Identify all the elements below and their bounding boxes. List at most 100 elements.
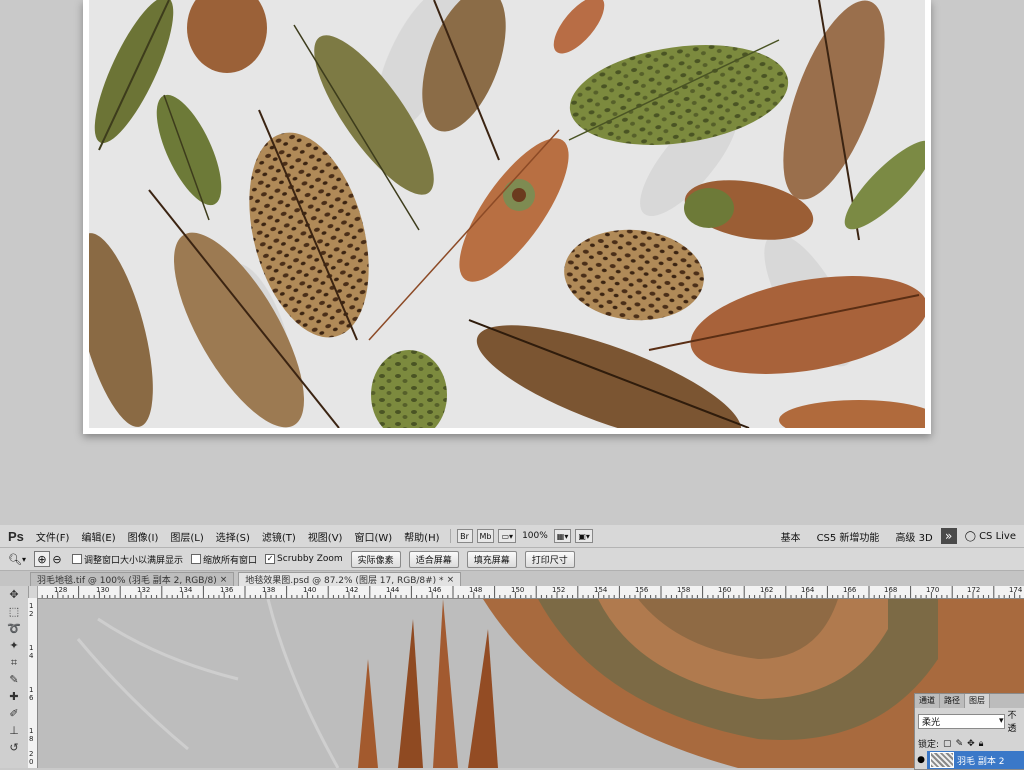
cs-live-button[interactable]: ◯ CS Live: [957, 531, 1024, 542]
menu-image[interactable]: 图像(I): [122, 529, 165, 544]
scrubby-zoom-label: Scrubby Zoom: [277, 554, 343, 564]
ruler-label: 1: [29, 727, 34, 735]
lock-transparency-icon[interactable]: ▢: [943, 739, 952, 749]
menu-window[interactable]: 窗口(W): [348, 529, 398, 544]
menu-select[interactable]: 选择(S): [210, 529, 256, 544]
marquee-tool-icon[interactable]: ⬚: [0, 603, 28, 620]
ruler-label: 140: [303, 586, 317, 594]
feather-illustration: [89, 0, 925, 428]
zoom-out-icon[interactable]: ⊖: [50, 552, 64, 566]
layer-name: 羽毛 副本 2: [957, 756, 1005, 767]
fit-screen-button[interactable]: 适合屏幕: [408, 550, 459, 568]
ruler-label: 142: [345, 586, 359, 594]
ruler-label: 2: [29, 750, 34, 758]
magic-wand-tool-icon[interactable]: ✦: [0, 637, 28, 654]
workspace-cs5-new[interactable]: CS5 新增功能: [809, 529, 888, 544]
menu-layer[interactable]: 图层(L): [164, 529, 209, 544]
ruler-label: 130: [96, 586, 110, 594]
menu-filter[interactable]: 滤镜(T): [256, 529, 302, 544]
ruler-label: 148: [469, 586, 483, 594]
clone-stamp-tool-icon[interactable]: ⊥: [0, 722, 28, 739]
tools-panel: ✥ ⬚ ➰ ✦ ⌗ ✎ ✚ ✐ ⊥ ↺: [0, 586, 29, 768]
scrubby-zoom-checkbox[interactable]: ✓ Scrubby Zoom: [265, 554, 343, 564]
zoom-in-icon[interactable]: ⊕: [34, 551, 51, 567]
layer-row-selected[interactable]: ● 羽毛 副本 2: [915, 751, 1024, 769]
menu-view[interactable]: 视图(V): [302, 529, 349, 544]
close-icon[interactable]: ×: [220, 575, 228, 585]
ruler-label: 150: [511, 586, 525, 594]
resize-windows-checkbox[interactable]: 调整窗口大小以满屏显示: [72, 553, 183, 566]
tab-feather-rug[interactable]: 羽毛地毯.tif @ 100% (羽毛 副本 2, RGB/8) ×: [30, 572, 235, 586]
menu-help[interactable]: 帮助(H): [398, 529, 445, 544]
workspace-more-button[interactable]: »: [940, 528, 957, 544]
zoom-all-windows-label: 缩放所有窗口: [203, 555, 258, 566]
menu-bar: Ps 文件(F) 编辑(E) 图像(I) 图层(L) 选择(S) 滤镜(T) 视…: [0, 525, 1024, 548]
ruler-label: 162: [760, 586, 774, 594]
eye-icon[interactable]: ●: [915, 751, 927, 769]
view-extras-button[interactable]: ▭▾: [498, 529, 517, 543]
ruler-label: 144: [386, 586, 400, 594]
tool-preset-chevron-icon[interactable]: ▾: [22, 555, 26, 564]
resize-windows-label: 调整窗口大小以满屏显示: [84, 555, 184, 566]
ruler-label: 168: [884, 586, 898, 594]
blend-mode-value: 柔光: [922, 717, 941, 728]
ruler-label: 136: [220, 586, 234, 594]
print-size-button[interactable]: 打印尺寸: [524, 550, 575, 568]
blend-row: 柔光 ▾ 不透: [915, 708, 1024, 734]
ruler-label: 160: [718, 586, 732, 594]
photoshop-logo: Ps: [8, 528, 24, 544]
menu-edit[interactable]: 编辑(E): [75, 529, 121, 544]
ruler-label: 164: [801, 586, 815, 594]
lock-label: 锁定:: [918, 740, 940, 750]
mini-bridge-button[interactable]: Mb: [476, 529, 495, 543]
eyedropper-tool-icon[interactable]: ✎: [0, 671, 28, 688]
scrubby-zoom-checkbox-box[interactable]: ✓: [265, 554, 276, 564]
fill-screen-button[interactable]: 填充屏幕: [466, 550, 517, 568]
workspace-essentials[interactable]: 基本: [773, 529, 809, 544]
zoom-all-windows-checkbox-box[interactable]: [191, 554, 202, 564]
tab-channels[interactable]: 通道: [915, 694, 940, 708]
zoom-level-select[interactable]: 100%: [518, 531, 552, 541]
blend-mode-select[interactable]: 柔光 ▾: [918, 713, 1005, 729]
brush-tool-icon[interactable]: ✐: [0, 705, 28, 722]
ruler-label: 174: [1009, 586, 1023, 594]
ruler-label: 170: [926, 586, 940, 594]
zoom-tool-icon[interactable]: 🔍︎: [8, 552, 22, 566]
ruler-label: 4: [29, 652, 34, 660]
tab-rug-mockup[interactable]: 地毯效果图.psd @ 87.2% (图层 17, RGB/8#) * ×: [238, 572, 462, 586]
document-tabs: 羽毛地毯.tif @ 100% (羽毛 副本 2, RGB/8) × 地毯效果图…: [0, 571, 1024, 586]
history-brush-tool-icon[interactable]: ↺: [0, 739, 28, 756]
menu-file[interactable]: 文件(F): [30, 529, 76, 544]
arrange-documents-button[interactable]: ▦▾: [553, 529, 572, 543]
horizontal-ruler: 128 130 132 134 136 138 140 142 144 146 …: [37, 586, 1024, 599]
lock-pixels-icon[interactable]: ✎: [956, 739, 964, 749]
move-tool-icon[interactable]: ✥: [0, 586, 28, 603]
ruler-label: 152: [552, 586, 566, 594]
crop-tool-icon[interactable]: ⌗: [0, 654, 28, 671]
actual-pixels-button[interactable]: 实际像素: [350, 550, 401, 568]
resize-windows-checkbox-box[interactable]: [72, 554, 83, 564]
zoom-all-windows-checkbox[interactable]: 缩放所有窗口: [191, 553, 257, 566]
bridge-button[interactable]: Br: [456, 529, 473, 543]
healing-brush-tool-icon[interactable]: ✚: [0, 688, 28, 705]
close-icon[interactable]: ×: [447, 575, 455, 585]
tab-layers[interactable]: 图层: [965, 694, 990, 708]
ruler-label: 134: [179, 586, 193, 594]
tab-paths[interactable]: 路径: [940, 694, 965, 708]
cs-live-label: CS Live: [979, 530, 1016, 542]
ruler-label: 166: [843, 586, 857, 594]
ruler-label: 154: [594, 586, 608, 594]
layers-panel-tabs: 通道 路径 图层: [915, 694, 1024, 708]
ruler-label: 1: [29, 644, 34, 652]
feather-artwork: [89, 0, 925, 428]
ruler-label: 8: [29, 735, 34, 743]
lock-position-icon[interactable]: ✥: [967, 739, 975, 749]
lock-all-icon[interactable]: 🔒︎: [979, 739, 984, 749]
document-canvas[interactable]: [38, 599, 1024, 768]
lasso-tool-icon[interactable]: ➰: [0, 620, 28, 637]
screen-mode-button[interactable]: ▣▾: [575, 529, 593, 543]
ruler-label: 1: [29, 686, 34, 694]
workspace-advanced-3d[interactable]: 高级 3D: [887, 529, 940, 544]
ruler-label: 132: [137, 586, 151, 594]
tab-rug-mockup-label: 地毯效果图.psd @ 87.2% (图层 17, RGB/8#) *: [245, 576, 444, 586]
